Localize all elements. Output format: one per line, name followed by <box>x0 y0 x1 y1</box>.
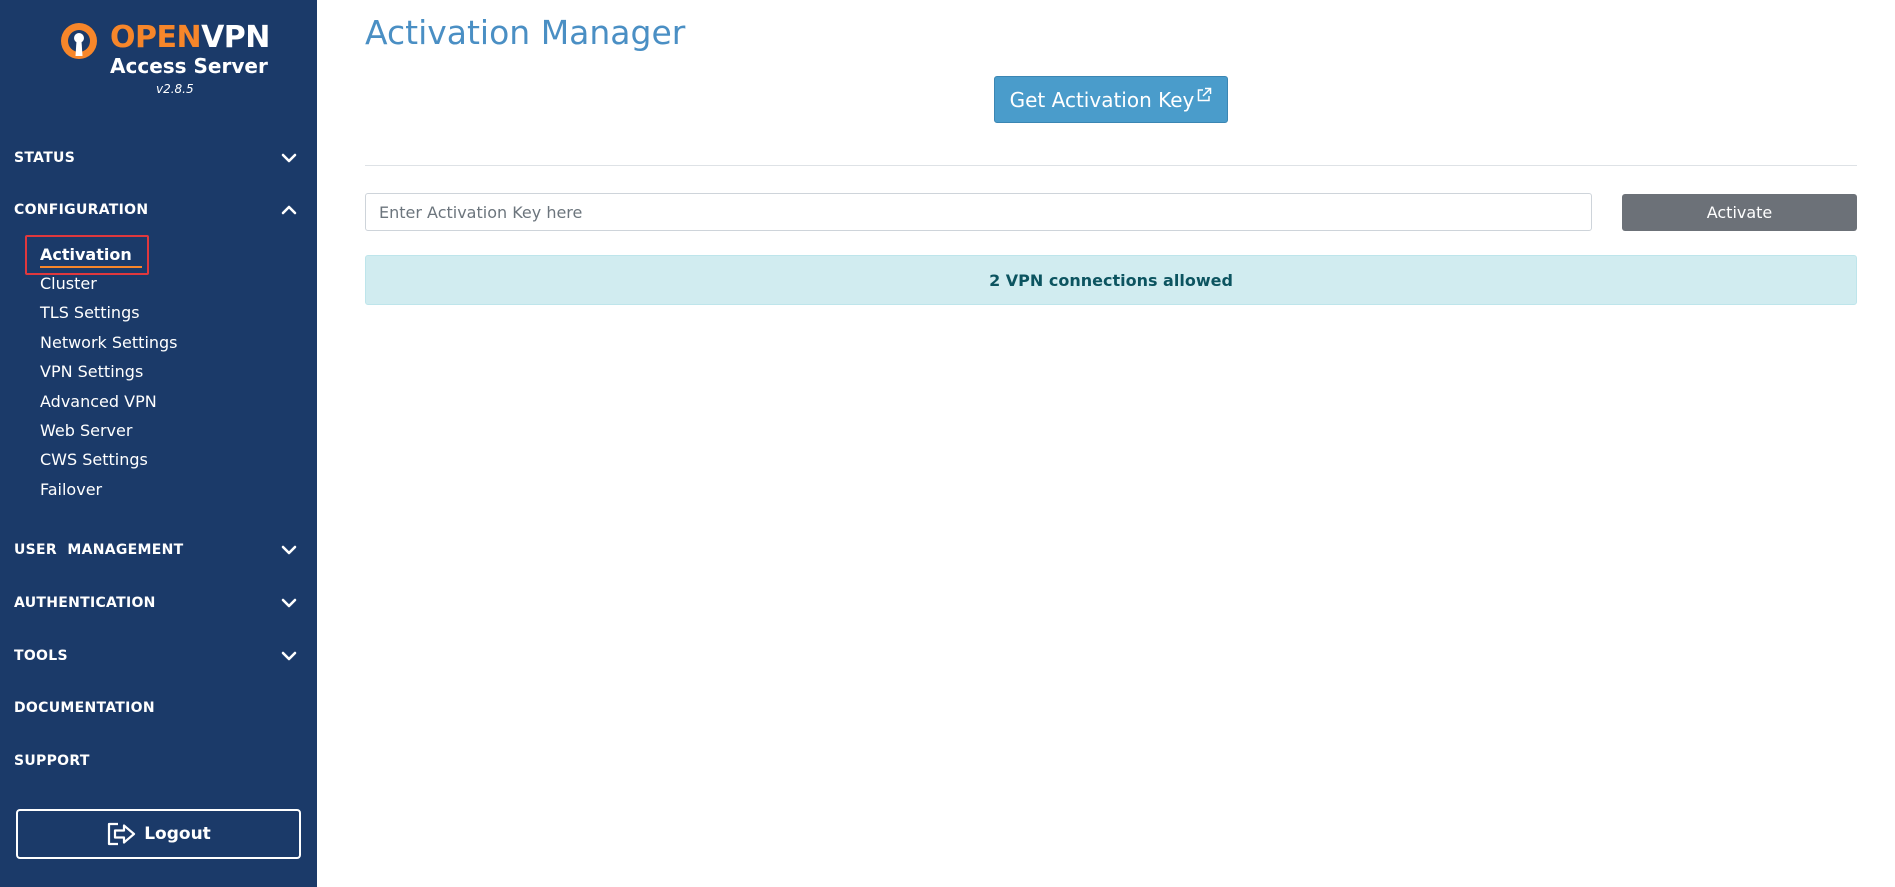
logo-product: Access Server <box>110 54 268 78</box>
logout-label: Logout <box>144 824 211 844</box>
sidebar-item-tls-settings[interactable]: TLS Settings <box>40 302 140 324</box>
chevron-down-icon <box>281 598 297 608</box>
divider <box>365 165 1857 166</box>
nav-section-configuration[interactable]: CONFIGURATION <box>14 198 304 222</box>
chevron-down-icon <box>281 545 297 555</box>
nav-section-label: STATUS <box>14 150 76 166</box>
nav-section-authentication[interactable]: AUTHENTICATION <box>14 591 304 615</box>
sidebar-item-advanced-vpn[interactable]: Advanced VPN <box>40 391 157 413</box>
activate-button[interactable]: Activate <box>1622 194 1857 231</box>
nav-section-label: SUPPORT <box>14 753 90 769</box>
get-activation-key-button[interactable]: Get Activation Key <box>994 76 1228 123</box>
sidebar-item-vpn-settings[interactable]: VPN Settings <box>40 361 143 383</box>
nav-section-label: DOCUMENTATION <box>14 700 155 716</box>
sidebar-item-cluster[interactable]: Cluster <box>40 273 97 295</box>
chevron-down-icon <box>281 153 297 163</box>
nav-section-user-management[interactable]: USER MANAGEMENT <box>14 538 304 562</box>
nav-section-label: AUTHENTICATION <box>14 595 156 611</box>
activation-key-input[interactable] <box>365 193 1592 231</box>
nav-section-status[interactable]: STATUS <box>14 146 304 170</box>
chevron-up-icon <box>281 205 297 215</box>
logout-icon <box>108 822 136 846</box>
logo-title-vpn: VPN <box>201 20 270 55</box>
get-activation-key-label: Get Activation Key <box>1009 87 1195 112</box>
sidebar-item-failover[interactable]: Failover <box>40 479 102 501</box>
external-link-icon <box>1198 87 1212 101</box>
nav-section-tools[interactable]: TOOLS <box>14 644 304 668</box>
sidebar-item-network-settings[interactable]: Network Settings <box>40 332 178 354</box>
connections-allowed-text: 2 VPN connections allowed <box>989 270 1233 290</box>
sidebar-item-web-server[interactable]: Web Server <box>40 420 132 442</box>
active-item-underline <box>40 266 142 268</box>
nav-section-label: TOOLS <box>14 648 68 664</box>
sidebar: OPENVPN Access Server v2.8.5 STATUS CONF… <box>0 0 317 887</box>
page-title: Activation Manager <box>365 13 686 52</box>
logout-button[interactable]: Logout <box>16 809 301 859</box>
openvpn-logo[interactable]: OPENVPN Access Server v2.8.5 <box>60 20 270 100</box>
sidebar-item-activation[interactable]: Activation <box>40 244 132 266</box>
logo-title-open: OPEN <box>110 20 202 55</box>
main-content: Activation Manager Get Activation Key Ac… <box>317 0 1895 887</box>
nav-section-label: USER MANAGEMENT <box>14 542 184 558</box>
chevron-down-icon <box>281 651 297 661</box>
nav-section-documentation[interactable]: DOCUMENTATION <box>14 696 304 720</box>
connections-allowed-alert: 2 VPN connections allowed <box>365 255 1857 305</box>
logo-version: v2.8.5 <box>156 82 194 96</box>
openvpn-logo-icon <box>61 23 97 59</box>
logo-title: OPENVPN <box>110 20 270 56</box>
sidebar-item-cws-settings[interactable]: CWS Settings <box>40 449 148 471</box>
nav-section-support[interactable]: SUPPORT <box>14 749 304 773</box>
nav-section-label: CONFIGURATION <box>14 202 149 218</box>
